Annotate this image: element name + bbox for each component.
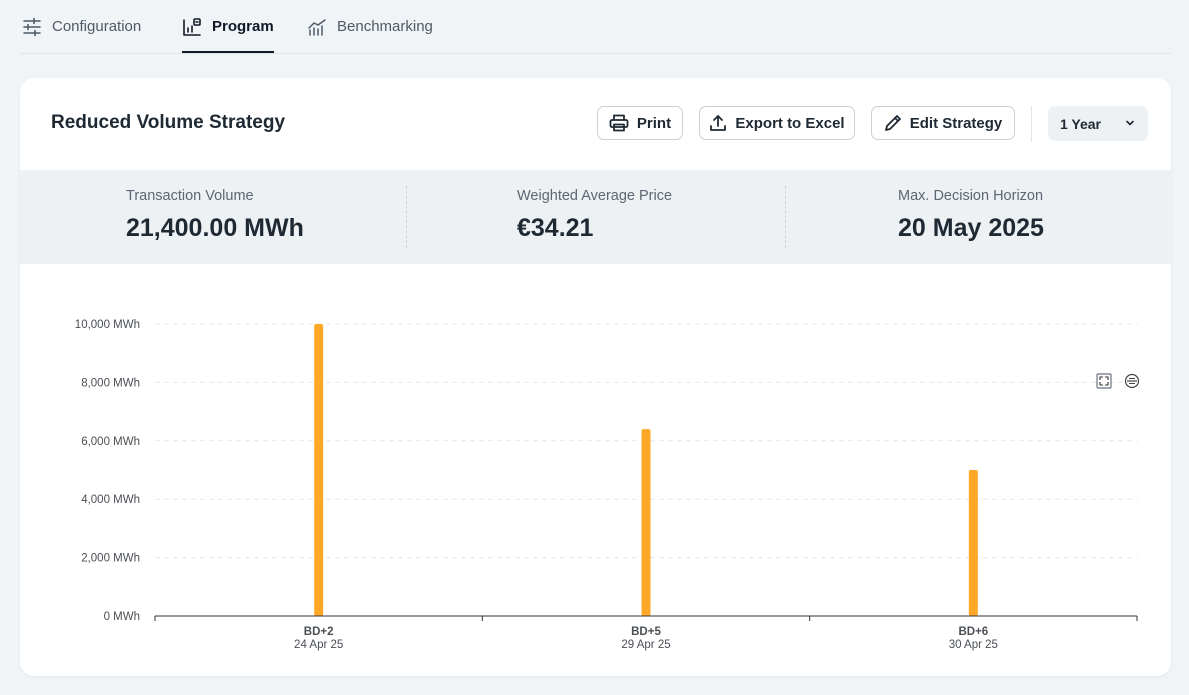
export-excel-button[interactable]: Export to Excel: [699, 106, 855, 140]
x-tick-sublabel: 29 Apr 25: [621, 639, 670, 651]
tab-label: Configuration: [52, 18, 142, 35]
reset-zoom-icon[interactable]: [1124, 373, 1140, 389]
trend-chart-icon: [307, 17, 327, 37]
program-chart-icon: [182, 17, 202, 37]
tab-label: Program: [212, 18, 274, 35]
strategy-card: Reduced Volume Strategy Print Export to …: [20, 78, 1171, 676]
tab-label: Benchmarking: [337, 18, 433, 35]
tab-program[interactable]: Program: [182, 0, 274, 53]
y-tick-label: 0 MWh: [104, 611, 140, 623]
sliders-icon: [22, 17, 42, 37]
y-tick-label: 6,000 MWh: [81, 436, 140, 448]
chart-svg: 0 MWh 2,000 MWh 4,000 MWh 6,000 MWh 8,000 MW…: [75, 319, 1140, 651]
card-title: Reduced Volume Strategy: [51, 112, 286, 133]
pencil-icon: [884, 115, 901, 131]
volume-chart: 0 MWh 2,000 MWh 4,000 MWh 6,000 MWh 8,000 MW…: [20, 264, 1171, 676]
x-tick-sublabel: 24 Apr 25: [294, 639, 343, 651]
y-tick-label: 8,000 MWh: [81, 377, 140, 389]
stat-divider: [406, 186, 407, 248]
print-button[interactable]: Print: [597, 106, 683, 140]
stats-bar: Transaction Volume 21,400.00 MWh Weighte…: [20, 170, 1171, 264]
y-tick-label: 2,000 MWh: [81, 553, 140, 565]
bar-bdplus6[interactable]: [968, 470, 978, 616]
x-tick-label: BD+2: [304, 626, 334, 638]
period-select-value: 1 Year: [1060, 115, 1102, 132]
stat-divider: [785, 186, 786, 248]
bar-bdplus2[interactable]: [314, 324, 324, 616]
edit-label: Edit Strategy: [909, 114, 1003, 132]
edit-strategy-button[interactable]: Edit Strategy: [871, 106, 1015, 140]
fullscreen-icon[interactable]: [1096, 373, 1112, 389]
tab-configuration[interactable]: Configuration: [22, 0, 141, 53]
y-tick-label: 10,000 MWh: [75, 319, 140, 331]
x-tick-label: BD+6: [958, 626, 988, 638]
export-label: Export to Excel: [735, 114, 845, 132]
stat-label: Weighted Average Price: [517, 188, 673, 204]
printer-icon: [609, 114, 629, 132]
tab-benchmarking[interactable]: Benchmarking: [307, 0, 433, 53]
x-tick-sublabel: 30 Apr 25: [949, 639, 998, 651]
stat-label: Transaction Volume: [126, 188, 254, 204]
stat-label: Max. Decision Horizon: [898, 188, 1044, 204]
stat-value: €34.21: [517, 214, 594, 242]
y-tick-label: 4,000 MWh: [81, 494, 140, 506]
upload-icon: [710, 115, 727, 131]
bar-bdplus5[interactable]: [641, 429, 651, 616]
chevron-down-icon: [1126, 120, 1134, 126]
tab-bar: Configuration Program Benchmarking: [20, 0, 1171, 54]
x-tick-label: BD+5: [631, 626, 661, 638]
print-label: Print: [636, 114, 672, 132]
stat-value: 20 May 2025: [898, 214, 1044, 242]
stat-value: 21,400.00 MWh: [126, 214, 304, 242]
period-select[interactable]: 1 Year: [1048, 106, 1148, 141]
toolbar-divider: [1031, 106, 1032, 142]
